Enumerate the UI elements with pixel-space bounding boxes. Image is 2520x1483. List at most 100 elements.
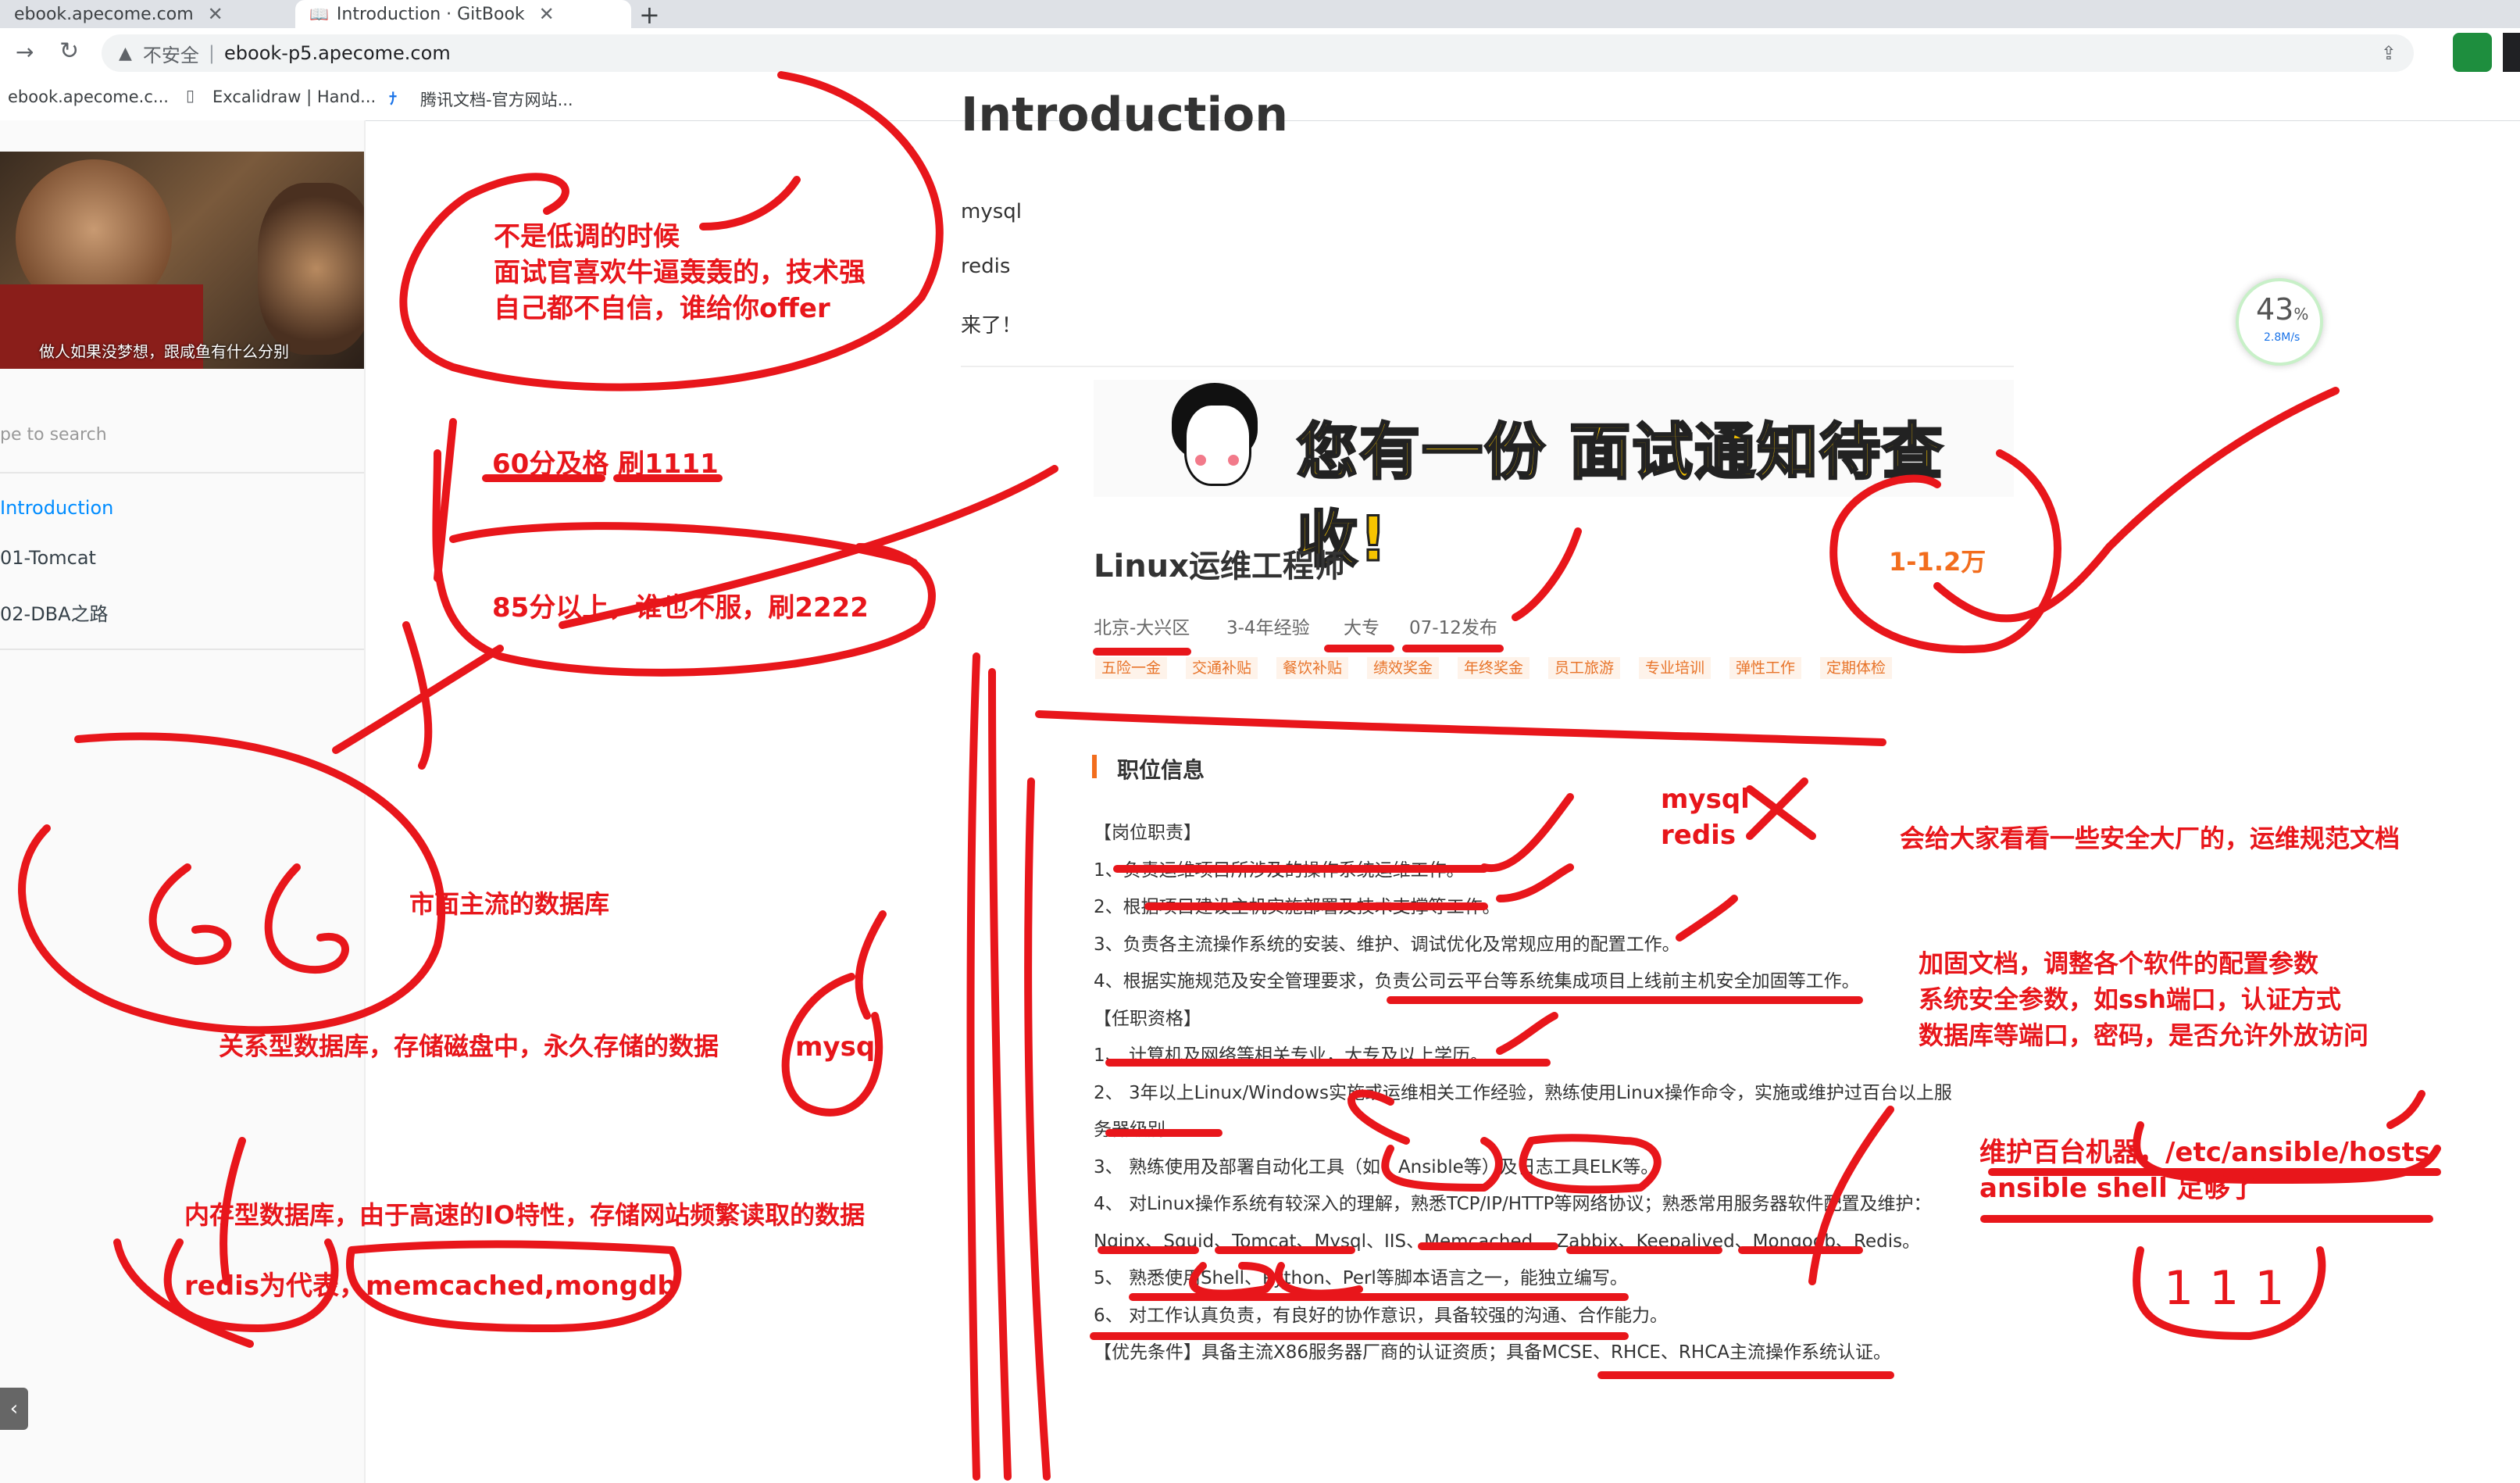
ink-stroke — [855, 910, 887, 1020]
annotation-ink — [18, 71, 2441, 1481]
job-line: 1、 计算机及网络等相关专业，大专及以上学历。 — [1094, 1045, 1488, 1066]
security-label[interactable]: 不安全 — [143, 40, 199, 67]
job-tag: 专业培训 — [1639, 657, 1712, 679]
ink-check — [1676, 895, 1738, 942]
ink-check — [1496, 863, 1574, 902]
face-image-right — [258, 183, 364, 355]
network-speed-widget[interactable]: 43% 2.8M/s — [2236, 278, 2323, 366]
job-salary: 1-1.2万 — [1889, 547, 1986, 577]
annotation-db: 市面主流的数据库 — [409, 889, 610, 919]
annotation-line: 加固文档，调整各个软件的配置参数 — [1919, 949, 2319, 978]
ink-x — [1746, 777, 1808, 840]
ink-line-85 — [449, 522, 918, 566]
job-education: 大专 — [1344, 618, 1380, 638]
job-experience: 3-4年经验 — [1226, 618, 1310, 638]
annotation-mysql-left: mysql — [795, 1031, 884, 1063]
bookmark-tencent-docs[interactable]: 腾讯文档-官方网站... — [420, 88, 573, 111]
divider — [0, 649, 364, 650]
tab-gitbook-active[interactable]: 📖 Introduction · GitBook ✕ — [295, 0, 631, 28]
annotation-security-docs: 会给大家看看一些安全大厂的，运维规范文档 — [1900, 824, 2400, 853]
annotation-line: 数据库等端口，密码，是否允许外放访问 — [1919, 1020, 2369, 1050]
ink-vertical — [966, 652, 980, 1481]
nav-item-introduction[interactable]: Introduction — [0, 497, 113, 519]
nav-item-dba[interactable]: 02-DBA之路 — [0, 599, 109, 626]
nav-item-tomcat[interactable]: 01-Tomcat — [0, 547, 96, 569]
divider — [0, 472, 364, 473]
reload-icon[interactable]: ↻ — [59, 38, 79, 65]
bookmark-ebook[interactable]: ebook.apecome.c... — [8, 88, 169, 106]
section-title: 职位信息 — [1117, 757, 1205, 783]
annotation-redis-memcached: redis为代表，memcached,mongdb — [184, 1270, 676, 1302]
share-icon[interactable]: ⇪ — [2381, 42, 2397, 64]
annotation-relational: 关系型数据库，存储磁盘中，永久存储的数据 — [219, 1031, 719, 1061]
tab-title: ebook.apecome.com — [14, 4, 194, 24]
separator: | — [208, 42, 216, 64]
ink-hline — [1035, 710, 1886, 746]
ink-check — [1480, 793, 1574, 873]
ink-vertical — [434, 418, 457, 582]
job-tag: 餐饮补贴 — [1276, 657, 1349, 679]
new-tab-button[interactable]: + — [639, 0, 660, 30]
job-line: 1、负责运维项目所涉及的操作系统运维工作。 — [1094, 860, 1465, 881]
annotation-111: 111 — [2164, 1261, 2300, 1316]
search-input[interactable]: pe to search — [0, 425, 107, 445]
mic-extension-icon[interactable] — [2453, 33, 2492, 72]
job-line: 2、根据项目建设主机实施部署及技术支撑等工作。 — [1094, 897, 1501, 917]
job-line: 2、 3年以上Linux/Windows实施或运维相关工作经验，熟练使用Linu… — [1094, 1083, 1952, 1103]
content-line-coming: 来了！ — [961, 314, 1023, 338]
job-location: 北京-大兴区 — [1094, 618, 1190, 638]
speed-rate: 2.8M/s — [2264, 331, 2300, 344]
job-line: 4、 对Linux操作系统有较深入的理解，熟悉TCP/IP/HTTP等网络协议；… — [1094, 1194, 1932, 1214]
annotation-60: 60分及格 刷1111 — [492, 448, 719, 480]
ink-vertical — [988, 668, 1012, 1481]
forward-icon[interactable]: → — [16, 39, 34, 65]
bookmark-excalidraw[interactable]: Excalidraw | Hand... — [212, 88, 376, 106]
job-line: 【任职资格】 — [1094, 1009, 1201, 1029]
close-tab-icon[interactable]: ✕ — [539, 3, 555, 25]
job-tag: 定期体检 — [1820, 657, 1893, 679]
profile-avatar[interactable] — [2503, 33, 2520, 72]
video-caption: 做人如果没梦想，跟咸鱼有什么分别 — [39, 342, 289, 361]
annotation-line: redis — [1661, 820, 1737, 851]
annotation-85: 85分以上，谁也不服，刷2222 — [492, 592, 869, 624]
job-line: 4、根据实施规范及安全管理要求，负责公司云平台等系统集成项目上线前主机安全加固等… — [1094, 971, 1860, 992]
tencent-docs-icon: ﾅ — [389, 89, 397, 108]
annotation-line: 系统安全参数，如ssh端口，认证方式 — [1919, 984, 2341, 1014]
job-date: 07-12发布 — [1409, 618, 1497, 638]
video-thumbnail[interactable]: 做人如果没梦想，跟咸鱼有什么分别 — [0, 152, 364, 369]
job-line: 6、 对工作认真负责，有良好的协作意识，具备较强的沟通、合作能力。 — [1094, 1306, 1668, 1326]
collapse-sidebar-button[interactable]: ‹ — [0, 1388, 28, 1430]
content-line-redis: redis — [961, 255, 1011, 278]
job-line: Nginx、Squid、Tomcat、Mysql、IIS、Memcached 、… — [1094, 1231, 1921, 1252]
url-text[interactable]: ebook-p5.apecome.com — [224, 42, 451, 64]
close-tab-icon[interactable]: ✕ — [208, 3, 223, 25]
job-line: 3、负责各主流操作系统的安装、维护、调试优化及常规应用的配置工作。 — [1094, 934, 1680, 955]
ink-box-85 — [432, 449, 936, 677]
ink-vertical — [1024, 777, 1051, 1481]
job-tag: 年终奖金 — [1458, 657, 1530, 679]
annotation-note-confidence: 不是低调的时候 面试官喜欢牛逼轰轰的，技术强 自己都不自信，谁给你offer — [494, 219, 866, 327]
ink-check — [2386, 1090, 2425, 1129]
job-line: 5、 熟悉使用Shell、Python、Perl等脚本语言之一，能独立编写。 — [1094, 1268, 1628, 1288]
annotation-line: 不是低调的时候 — [494, 221, 680, 252]
book-icon: 📖 — [309, 5, 329, 23]
job-line: 3、 熟练使用及部署自动化工具（如：Ansible等）及日志工具ELK等。 — [1094, 1157, 1659, 1177]
job-title: Linux运维工程师 — [1094, 549, 1345, 584]
job-tag: 五险一金 — [1095, 657, 1168, 679]
content-line-mysql: mysql — [961, 200, 1022, 223]
tab-title: Introduction · GitBook — [336, 4, 525, 24]
job-line: 【优先条件】具备主流X86服务器厂商的认证资质；具备MCSE、RHCE、RHCA… — [1094, 1342, 1891, 1363]
content-divider — [961, 366, 2014, 367]
job-tag: 弹性工作 — [1729, 657, 1802, 679]
address-bar[interactable]: ▲ 不安全 | ebook-p5.apecome.com ⇪ — [102, 34, 2414, 72]
annotation-mysql-redis: mysql redis — [1661, 781, 1750, 853]
cartoon-girl-image — [1164, 380, 1265, 497]
annotation-line: 面试官喜欢牛逼轰轰的，技术强 — [494, 257, 866, 288]
ink-x — [1746, 785, 1816, 840]
annotation-line: 维护百台机器，/etc/ansible/hosts — [1979, 1137, 2431, 1168]
annotation-line: mysql — [1661, 784, 1750, 815]
tab-ebook[interactable]: ebook.apecome.com ✕ — [0, 0, 295, 28]
annotation-ansible: 维护百台机器，/etc/ansible/hosts ansible shell … — [1979, 1135, 2430, 1206]
job-tag: 员工旅游 — [1548, 657, 1621, 679]
job-tag: 交通补贴 — [1186, 657, 1258, 679]
